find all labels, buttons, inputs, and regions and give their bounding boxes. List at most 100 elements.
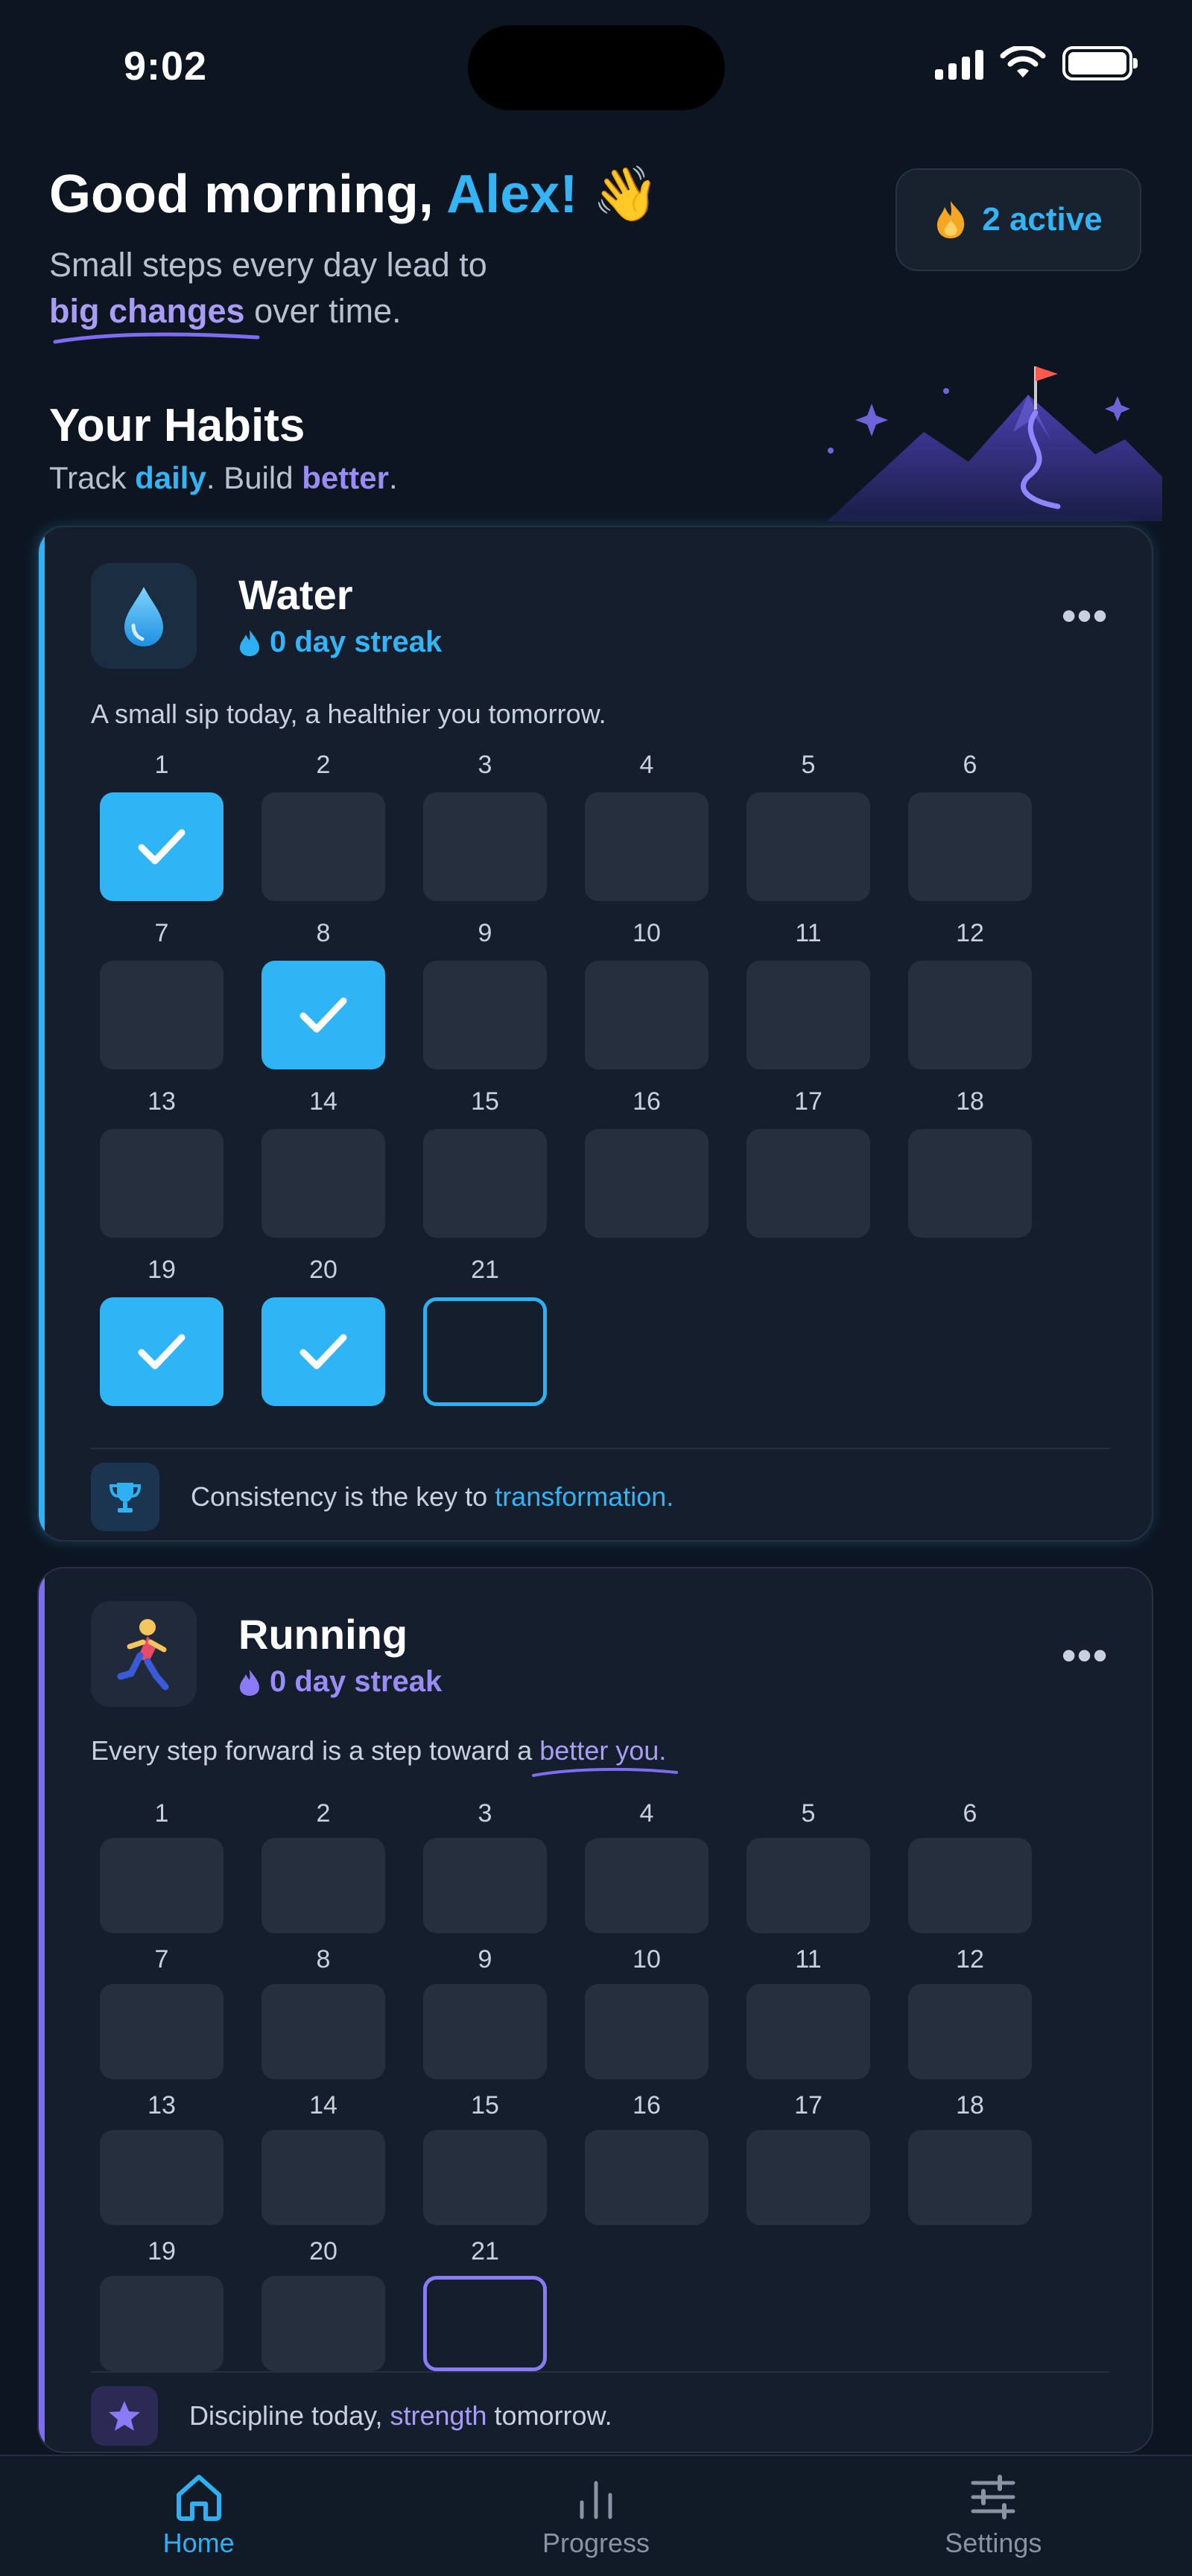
day-checkbox[interactable] (908, 961, 1032, 1069)
day-checkbox[interactable] (423, 792, 547, 901)
active-badge-label: 2 active (982, 201, 1103, 238)
day-checkbox[interactable] (585, 1984, 708, 2079)
day-cell: 9 (423, 1945, 547, 2079)
day-cell: 2 (261, 751, 385, 901)
card-footer: Consistency is the key to transformation… (91, 1448, 1110, 1531)
day-cell: 3 (423, 1799, 547, 1933)
day-cell: 2 (261, 1799, 385, 1933)
tab-settings[interactable]: Settings (795, 2456, 1192, 2576)
day-number: 18 (956, 2091, 984, 2119)
day-checkbox[interactable] (100, 792, 224, 901)
streak-text: 0 day streak (270, 1665, 443, 1698)
day-checkbox[interactable] (100, 1838, 224, 1933)
day-number: 10 (633, 919, 661, 947)
day-number: 5 (801, 1799, 816, 1828)
habit-quote: Every step forward is a step toward a be… (91, 1735, 678, 1777)
quote-prefix: Every step forward is a step toward a (91, 1735, 540, 1766)
day-checkbox[interactable] (100, 1297, 224, 1406)
day-checkbox[interactable] (423, 1129, 547, 1238)
day-checkbox[interactable] (746, 1129, 870, 1238)
day-cell: 10 (585, 1945, 708, 2079)
day-checkbox[interactable] (100, 1984, 224, 2079)
day-checkbox[interactable] (585, 961, 708, 1069)
day-checkbox[interactable] (908, 792, 1032, 901)
day-number: 13 (148, 2091, 176, 2119)
day-checkbox[interactable] (261, 2130, 385, 2225)
day-number: 12 (956, 1945, 984, 1974)
day-number: 3 (478, 1799, 492, 1828)
habit-icon-container (91, 1601, 197, 1707)
wave-icon: 👋 (592, 165, 659, 224)
day-checkbox[interactable] (585, 1129, 708, 1238)
day-number: 14 (309, 1087, 337, 1116)
day-checkbox[interactable] (423, 1297, 547, 1406)
more-options-button[interactable]: ••• (1062, 593, 1109, 639)
day-cell: 7 (100, 1945, 224, 2079)
section-sub-prefix: Track (49, 460, 136, 495)
day-number: 6 (963, 1799, 977, 1828)
day-cell: 4 (585, 1799, 708, 1933)
day-checkbox[interactable] (746, 1838, 870, 1933)
day-checkbox[interactable] (423, 2276, 547, 2371)
day-cell: 7 (100, 919, 224, 1069)
day-checkbox[interactable] (746, 961, 870, 1069)
day-cell: 6 (908, 751, 1032, 901)
day-number: 20 (309, 2237, 337, 2265)
more-options-button[interactable]: ••• (1062, 1632, 1109, 1679)
day-cell: 18 (908, 2091, 1032, 2225)
day-checkbox[interactable] (261, 1297, 385, 1406)
day-checkbox[interactable] (746, 1984, 870, 2079)
greeting: Good morning, Alex! 👋 (49, 162, 659, 226)
day-checkbox[interactable] (261, 1984, 385, 2079)
day-checkbox[interactable] (423, 961, 547, 1069)
day-number: 19 (148, 1256, 176, 1284)
day-checkbox[interactable] (100, 2130, 224, 2225)
water-drop-icon (124, 587, 163, 646)
day-checkbox[interactable] (423, 2130, 547, 2225)
day-checkbox[interactable] (585, 2130, 708, 2225)
day-cell: 16 (585, 2091, 708, 2225)
day-number: 8 (316, 919, 331, 947)
day-cell: 16 (585, 1087, 708, 1238)
tab-bar: Home Progress Settings (0, 2455, 1192, 2576)
day-checkbox[interactable] (585, 792, 708, 901)
day-number: 7 (154, 1945, 169, 1974)
day-cell: 14 (261, 2091, 385, 2225)
status-bar: 9:02 (0, 0, 1192, 134)
day-checkbox[interactable] (261, 961, 385, 1069)
day-checkbox[interactable] (746, 792, 870, 901)
day-cell: 11 (746, 919, 870, 1069)
day-checkbox[interactable] (746, 2130, 870, 2225)
tab-home[interactable]: Home (0, 2456, 397, 2576)
day-checkbox[interactable] (261, 1838, 385, 1933)
habit-card-running[interactable]: Running 0 day streak ••• Every step forw… (37, 1567, 1153, 2453)
day-checkbox[interactable] (908, 1129, 1032, 1238)
day-checkbox[interactable] (261, 792, 385, 901)
day-checkbox[interactable] (100, 961, 224, 1069)
tab-progress[interactable]: Progress (397, 2456, 794, 2576)
dynamic-island (468, 25, 725, 110)
day-checkbox[interactable] (423, 1984, 547, 2079)
day-checkbox[interactable] (908, 1838, 1032, 1933)
habit-name: Water (238, 571, 353, 618)
day-cell: 19 (100, 1256, 224, 1406)
footer-text: Consistency is the key to transformation… (191, 1481, 673, 1513)
trophy-icon (109, 1483, 142, 1513)
tab-settings-label: Settings (945, 2528, 1042, 2558)
day-checkbox[interactable] (585, 1838, 708, 1933)
day-checkbox[interactable] (423, 1838, 547, 1933)
day-checkbox[interactable] (908, 1984, 1032, 2079)
tab-home-label: Home (162, 2528, 235, 2558)
habit-card-water[interactable]: Water 0 day streak ••• A small sip today… (37, 526, 1153, 1542)
day-checkbox[interactable] (261, 2276, 385, 2371)
bar-chart-icon (580, 2481, 612, 2519)
day-checkbox[interactable] (100, 2276, 224, 2371)
active-habits-badge[interactable]: 2 active (895, 168, 1141, 271)
system-icons (935, 46, 1138, 80)
day-cell: 4 (585, 751, 708, 901)
day-number: 10 (633, 1945, 661, 1974)
day-checkbox[interactable] (908, 2130, 1032, 2225)
day-checkbox[interactable] (100, 1129, 224, 1238)
day-checkbox[interactable] (261, 1129, 385, 1238)
day-cell: 13 (100, 2091, 224, 2225)
